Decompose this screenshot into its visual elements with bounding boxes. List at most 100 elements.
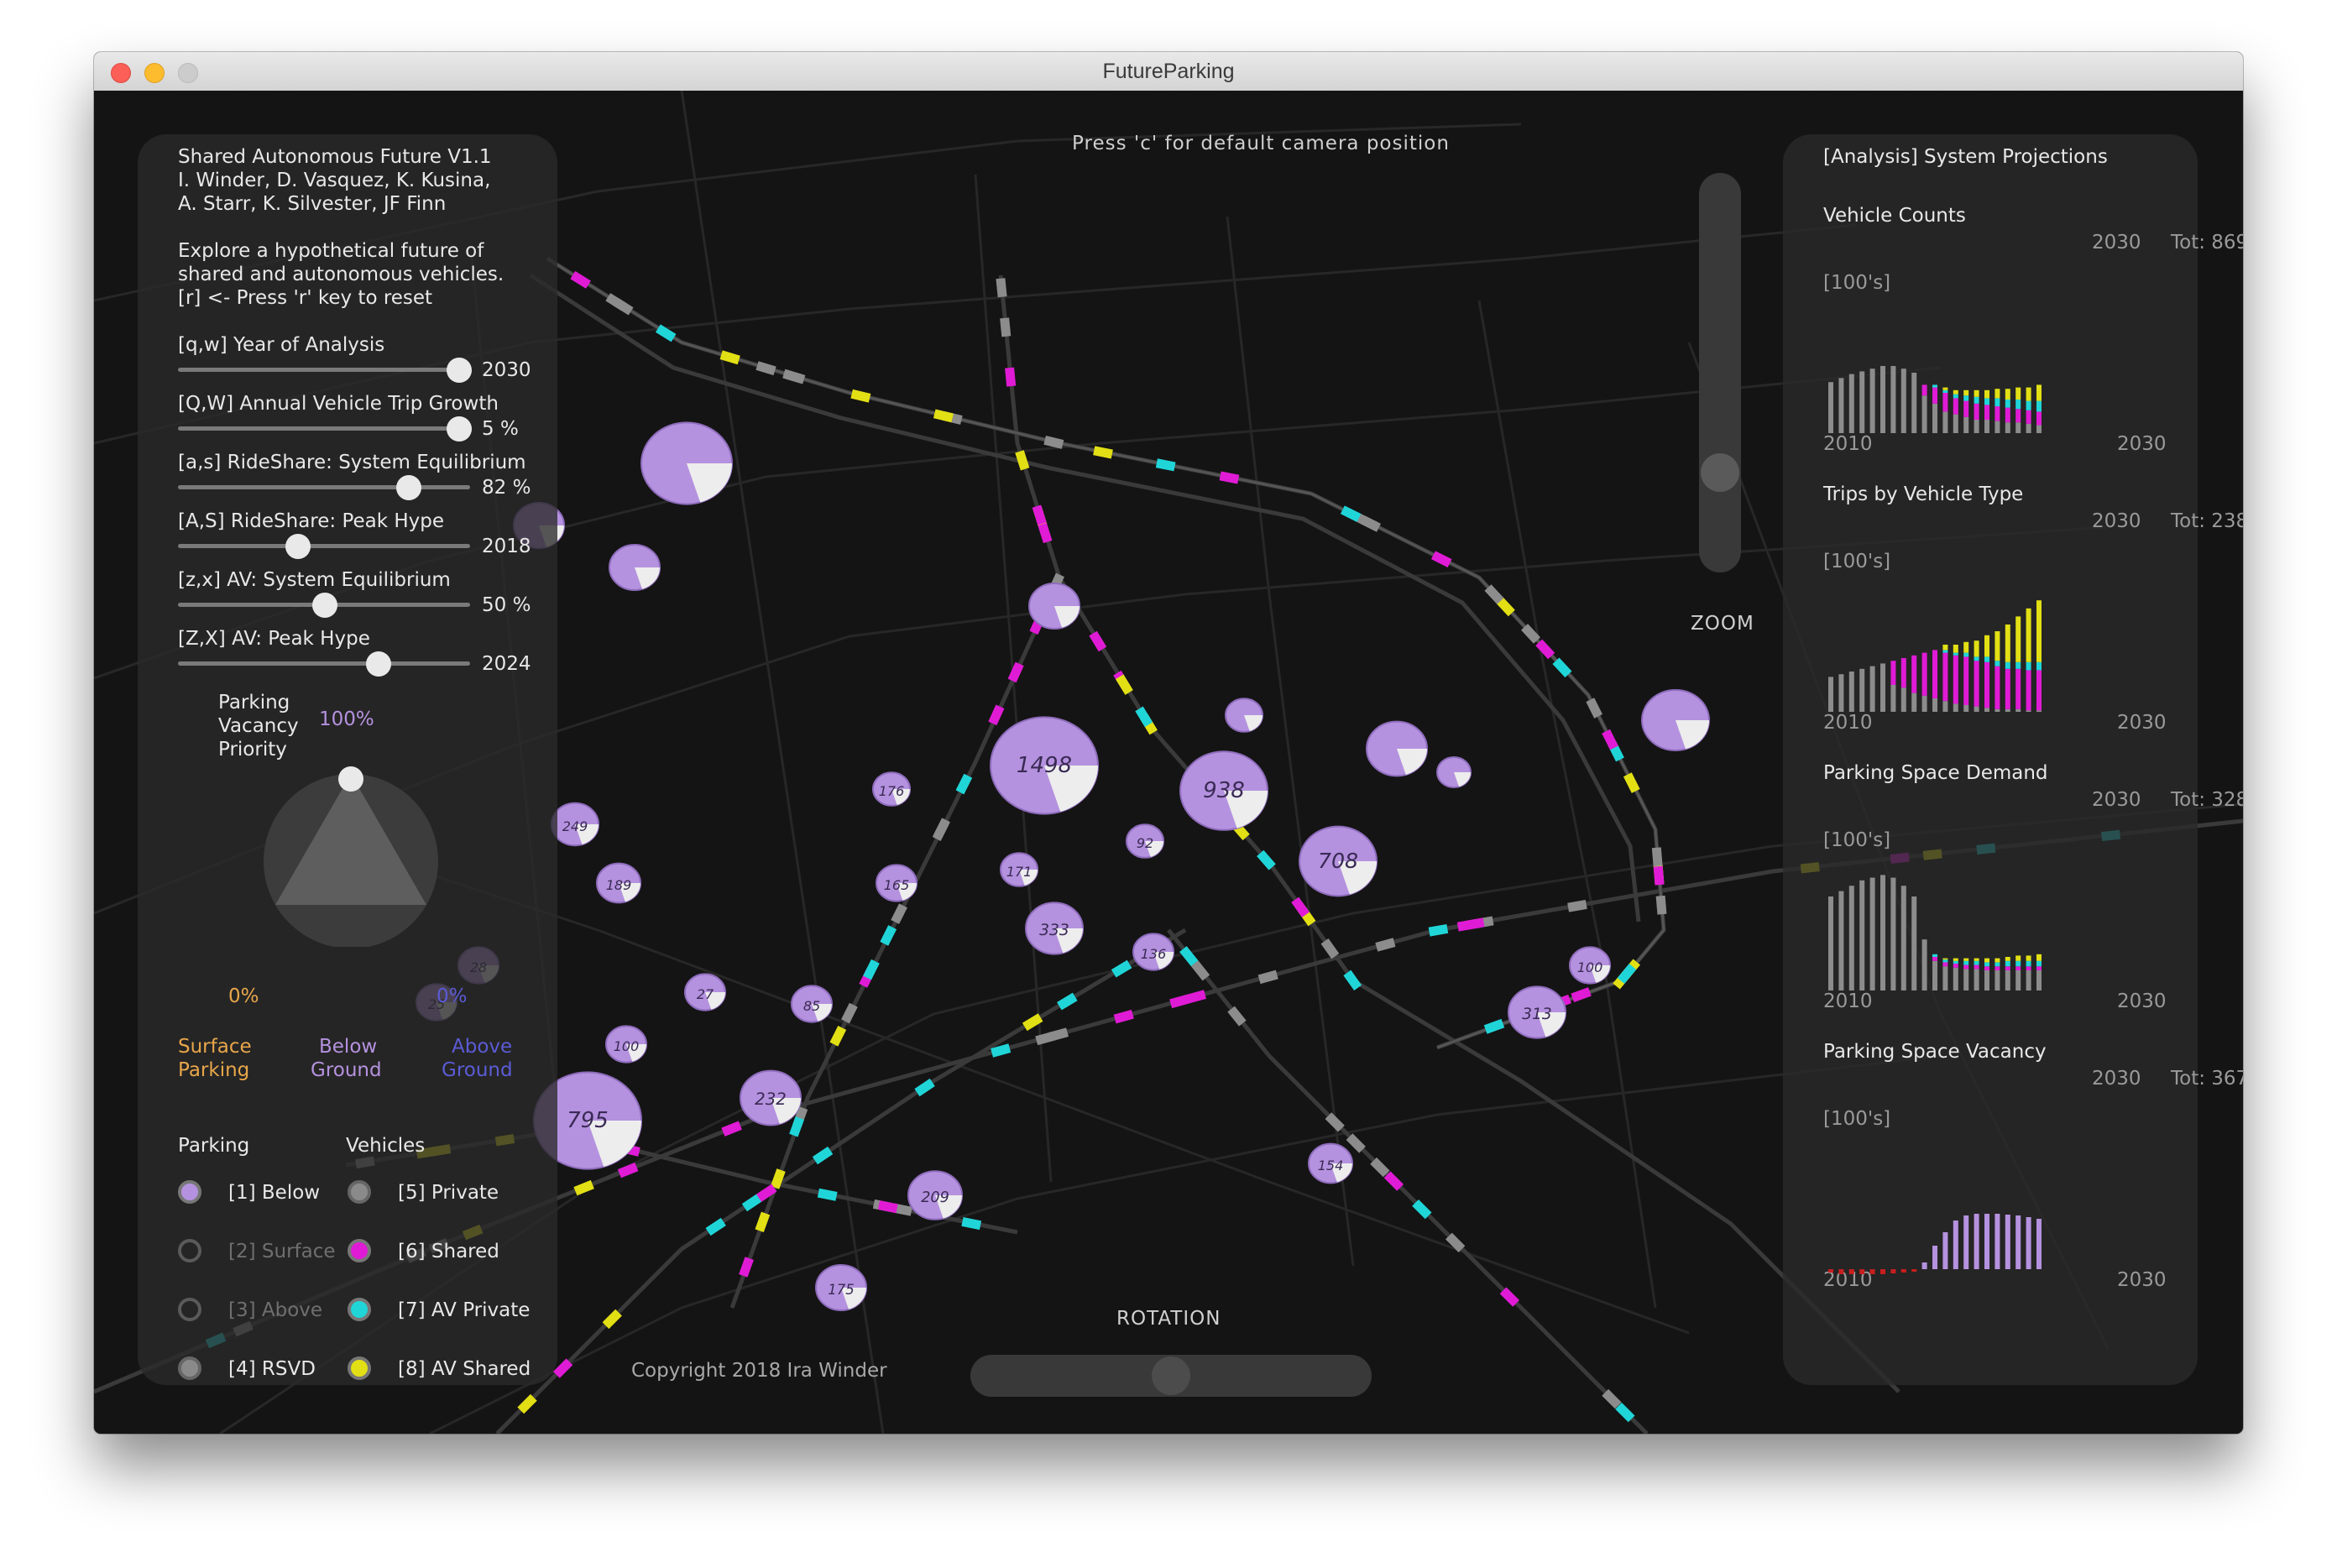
chart-bar-segment: [1953, 960, 1958, 964]
chart-plot: [1828, 366, 2042, 433]
parking-count-label: 249: [562, 818, 588, 834]
chart-bar-segment: [1869, 666, 1875, 712]
parking-lot-marker[interactable]: 333: [1025, 902, 1084, 955]
chart-x-end: 2030: [2117, 1269, 2167, 1291]
slider-track[interactable]: [178, 368, 470, 372]
parking-lot-marker[interactable]: 175: [815, 1264, 867, 1311]
slider-knob[interactable]: [447, 358, 472, 383]
surface-swatch[interactable]: [178, 1239, 201, 1262]
below-swatch[interactable]: [178, 1180, 201, 1204]
parking-count-label: 938: [1203, 778, 1245, 803]
parking-lot-marker[interactable]: 92: [1126, 823, 1164, 859]
chart-bar-segment: [1984, 398, 1989, 405]
chart-year: 2030: [2092, 232, 2141, 253]
parking-lot-marker[interactable]: 313: [1508, 985, 1566, 1039]
slider-track[interactable]: [178, 544, 470, 548]
chart-bar-segment: [1921, 395, 1927, 433]
above-ground-label: Above: [452, 1036, 513, 1058]
chart-bar-segment: [2015, 387, 2021, 400]
parking-lot-marker[interactable]: 100: [1569, 946, 1611, 985]
chart-bar-segment: [1995, 389, 2000, 399]
chart-bar-segment: [1953, 645, 1958, 653]
parking-count-label: 100: [1577, 959, 1603, 975]
shared-swatch[interactable]: [348, 1239, 371, 1262]
parking-lot-marker[interactable]: 27: [684, 973, 726, 1011]
parking-lot-marker[interactable]: [1436, 756, 1472, 788]
chart-bar: [1932, 1246, 1937, 1269]
chart-bar-segment: [1974, 656, 1979, 661]
slider-knob[interactable]: [447, 416, 472, 442]
parking-lot-marker[interactable]: [609, 544, 661, 591]
chart-total: Tot: 367: [2171, 1068, 2243, 1090]
chart-bar-segment: [1828, 382, 1833, 433]
parking-lot-marker[interactable]: [1366, 720, 1428, 777]
chart-bar-segment: [1953, 703, 1958, 712]
parking-lot-marker[interactable]: 938: [1179, 750, 1268, 831]
parking-lot-marker[interactable]: 100: [605, 1025, 647, 1064]
slider-track[interactable]: [178, 485, 470, 489]
private-swatch[interactable]: [348, 1180, 371, 1204]
chart-bar: [2015, 1215, 2021, 1269]
parking-lot-marker[interactable]: 165: [876, 864, 918, 902]
above-swatch[interactable]: [178, 1298, 201, 1321]
copyright-text: Copyright 2018 Ira Winder: [631, 1360, 887, 1382]
slider-track[interactable]: [178, 426, 470, 431]
parking-lot-marker[interactable]: 249: [551, 802, 599, 847]
chart-x-end: 2030: [2117, 990, 2167, 1012]
chart-bar-segment: [1984, 708, 1989, 712]
chart-bar: [1942, 1232, 1948, 1269]
slider-knob[interactable]: [312, 593, 337, 618]
av-private-swatch[interactable]: [348, 1298, 371, 1321]
parking-lot-marker[interactable]: 85: [791, 985, 833, 1023]
chart-bar-segment: [1963, 960, 1969, 965]
parking-lot-marker[interactable]: [1641, 689, 1710, 751]
parking-lot-marker[interactable]: [1225, 698, 1263, 733]
chart-bar-segment: [1953, 964, 1958, 968]
map-canvas[interactable]: 795 232 209 175 154 313 100 1498 938 708 333 171 165…: [94, 91, 2243, 1434]
parking-lot-marker[interactable]: 176: [872, 771, 911, 807]
chart-bar-segment: [2026, 608, 2031, 662]
chart-bar-segment: [2005, 668, 2010, 709]
chart-bar: [2026, 1217, 2031, 1269]
slider-track[interactable]: [178, 661, 470, 666]
parking-lot-marker[interactable]: 209: [907, 1170, 963, 1220]
chart-bar-segment: [1953, 655, 1958, 704]
chart-bar-segment: [1880, 875, 1885, 990]
zoom-slider-knob[interactable]: [1701, 453, 1739, 492]
chart-bar-segment: [1974, 396, 1979, 404]
chart-bar-segment: [2005, 970, 2010, 990]
chart-bar-segment: [1848, 374, 1854, 433]
chart-bar-segment: [2026, 966, 2031, 970]
app-header-line: Shared Autonomous Future V1.1: [178, 146, 492, 168]
chart-bar-segment: [1963, 400, 1969, 417]
chart-bar-segment: [2036, 970, 2042, 990]
rotation-slider-knob[interactable]: [1152, 1356, 1190, 1395]
above-pct: 0%: [437, 985, 468, 1007]
chart-year: 2030: [2092, 789, 2141, 811]
chart-bar-segment: [1963, 705, 1969, 712]
chart-bar-segment: [1984, 635, 1989, 657]
slider-knob[interactable]: [366, 651, 391, 677]
rsvd-swatch[interactable]: [178, 1356, 201, 1380]
parking-lot-marker[interactable]: 154: [1308, 1142, 1353, 1184]
parking-lot-marker[interactable]: 708: [1299, 825, 1378, 897]
slider-knob[interactable]: [396, 475, 421, 500]
chart-bar-segment: [2036, 960, 2042, 967]
chart-bar-segment: [1880, 366, 1885, 433]
parking-lot-marker[interactable]: 1498: [990, 716, 1099, 815]
legend-label: [5] Private: [398, 1182, 499, 1204]
parking-lot-marker[interactable]: 232: [740, 1069, 802, 1126]
parking-lot-marker[interactable]: [640, 421, 733, 505]
slider-knob[interactable]: [285, 534, 311, 559]
parking-lot-marker[interactable]: 171: [1000, 852, 1038, 887]
parking-lot-marker[interactable]: 136: [1132, 933, 1174, 971]
vacancy-triangle-widget[interactable]: [259, 762, 443, 947]
zoom-slider-track[interactable]: [1699, 173, 1741, 572]
av-shared-swatch[interactable]: [348, 1356, 371, 1380]
legend-label: [1] Below: [228, 1182, 321, 1204]
slider-value: 2030: [482, 359, 531, 381]
parking-lot-marker[interactable]: [1028, 583, 1080, 630]
chart-bar-segment: [2005, 960, 2010, 967]
chart-bar-segment: [2026, 661, 2031, 671]
parking-lot-marker[interactable]: 189: [596, 862, 641, 904]
